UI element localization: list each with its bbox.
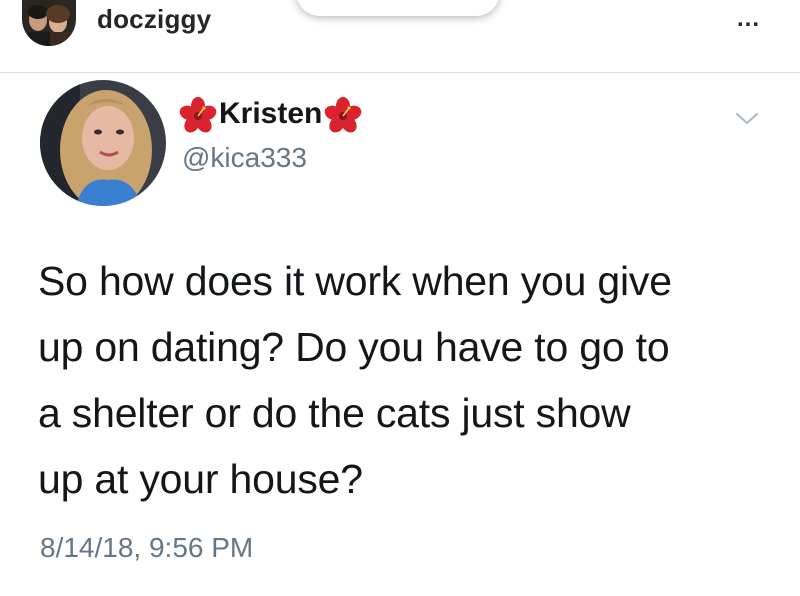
instagram-post-header: docziggy ... <box>0 0 800 73</box>
tweet-timestamp[interactable]: 8/14/18, 9:56 PM <box>40 532 253 564</box>
tweet-text-line: So how does it work when you give <box>38 258 672 304</box>
tweet-text-line: up at your house? <box>38 456 363 502</box>
author-handle[interactable]: @kica333 <box>182 142 307 174</box>
tweet-text-line: up on dating? Do you have to go to <box>38 324 670 370</box>
author-avatar-image <box>40 80 166 206</box>
tweet-text: So how does it work when you give up on … <box>38 248 778 512</box>
screenshot-page: docziggy ... Kristen @kica333 So how doe… <box>0 0 800 596</box>
poster-avatar[interactable] <box>22 0 76 46</box>
tweet-text-line: a shelter or do the cats just show <box>38 390 631 436</box>
more-options-icon[interactable]: ... <box>737 7 760 31</box>
hibiscus-flower-icon <box>325 97 362 133</box>
author-display-name[interactable]: Kristen <box>219 97 322 131</box>
author-avatar[interactable] <box>40 80 166 206</box>
chevron-down-icon[interactable] <box>734 110 760 128</box>
top-overlay-pill <box>296 0 500 16</box>
hibiscus-flower-icon <box>179 97 217 133</box>
poster-avatar-image <box>22 0 76 46</box>
author-name-row[interactable]: Kristen <box>178 96 363 136</box>
poster-username[interactable]: docziggy <box>97 4 211 35</box>
